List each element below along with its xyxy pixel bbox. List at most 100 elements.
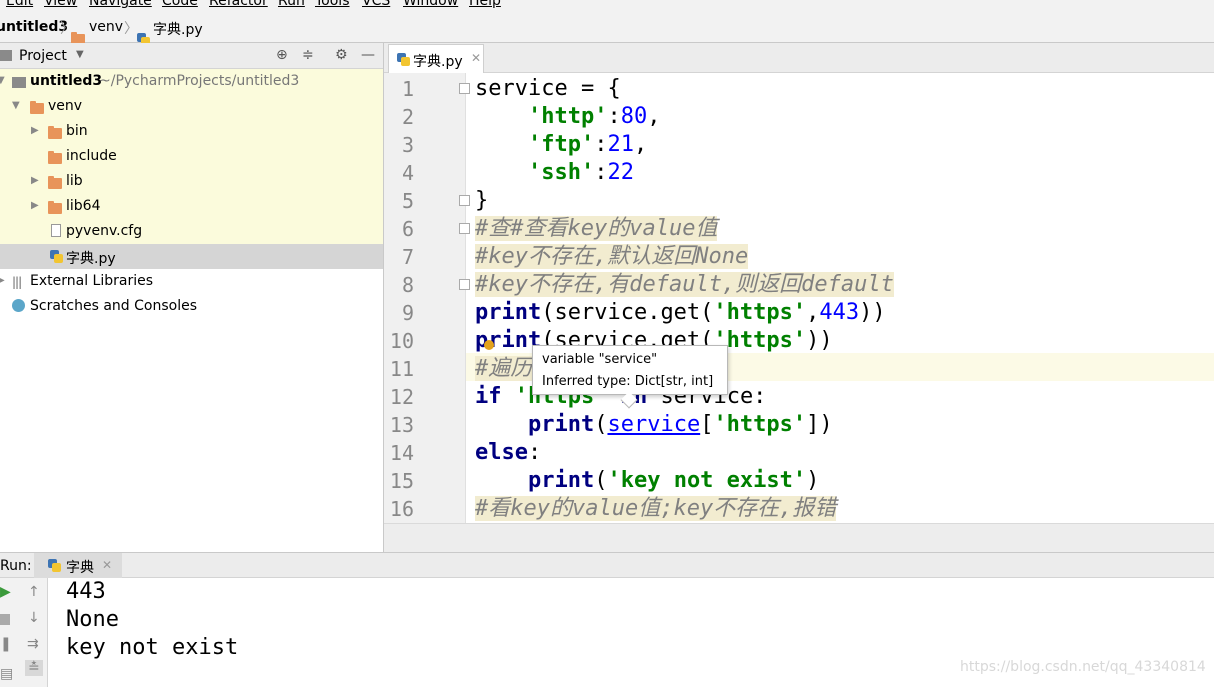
tree-item-path: ~/PycharmProjects/untitled3 [99,73,300,89]
keyword: else [475,440,528,465]
tree-item-label: venv [48,98,83,114]
line-number: 16 [389,497,414,521]
line-number: 10 [389,329,414,353]
library-icon: ||| [12,275,22,289]
code-line: print(service.get('https',443)) [475,299,886,327]
menu-tools[interactable]: Tools [315,0,350,9]
console-output-line: key not exist [66,635,239,660]
editor-tab-bar: 字典.py ✕ [384,43,1214,73]
comment: #查#查看key的value值 [475,216,718,241]
tree-item-external-libraries[interactable]: ▶ ||| External Libraries [0,269,383,294]
watermark: https://blog.csdn.net/qq_43340814 [960,659,1206,675]
scroll-to-end-icon[interactable]: ≛ [25,660,43,676]
menu-edit[interactable]: Edit [6,0,33,9]
tree-item-bin[interactable]: ▶ bin [0,119,383,144]
breadcrumb-file[interactable]: 字典.py [153,19,203,39]
run-tab[interactable]: 字典 ✕ [34,553,122,578]
arrow-down-icon[interactable]: ↓ [28,610,40,626]
pause-icon[interactable]: ❚ [0,636,12,652]
chevron-right-icon[interactable]: ▶ [31,200,39,211]
tree-item-lib[interactable]: ▶ lib [0,169,383,194]
line-number: 3 [401,133,414,157]
chevron-right-icon[interactable]: ▶ [0,275,5,286]
chevron-down-icon[interactable]: ▼ [0,75,5,86]
number-literal: 22 [607,160,634,185]
tree-item-label: untitled3 [30,73,103,89]
project-folder-icon [12,77,26,88]
string-literal: 'ftp' [527,132,595,157]
code-line: print(service['https']) [475,411,833,439]
tree-item-label: 字典.py [66,251,116,267]
code-line: 'http':80, [527,104,661,129]
chevron-right-icon[interactable]: ▶ [31,125,39,136]
fold-marker-icon[interactable] [459,223,470,234]
arrow-up-icon[interactable]: ↑ [28,584,40,600]
rerun-icon[interactable]: ▶ [0,584,11,600]
close-icon[interactable]: ✕ [471,51,481,65]
navigation-bar: untitled3 〉 venv 〉 字典.py [0,12,1214,46]
menu-code[interactable]: Code [162,0,198,9]
code-text: ) [806,468,820,493]
close-icon[interactable]: ✕ [102,558,112,572]
menu-view[interactable]: View [44,0,77,9]
number-literal: 80 [620,104,648,129]
folder-icon [48,126,62,139]
project-panel-title[interactable]: Project [19,48,67,64]
project-view-icon [0,50,12,61]
stop-icon[interactable] [0,614,10,625]
string-literal: 'https' [713,300,807,325]
locate-icon[interactable]: ⊕ [276,47,288,63]
chevron-down-icon[interactable]: ▼ [12,100,20,111]
tree-item-dict-py[interactable]: 字典.py [0,244,383,269]
tree-item-pyvenv-cfg[interactable]: pyvenv.cfg [0,219,383,244]
line-number: 4 [401,161,414,185]
tree-item-lib64[interactable]: ▶ lib64 [0,194,383,219]
line-number: 13 [389,413,414,437]
code-text: )) [806,328,833,353]
gear-icon[interactable]: ⚙ [335,47,348,63]
menu-help[interactable]: Help [469,0,501,9]
editor-tab-label: 字典.py [413,54,463,70]
code-line: #key不存在,有default,则返回default [475,271,894,299]
chevron-down-icon[interactable]: ▼ [76,49,84,60]
editor-bottom-bar [384,523,1214,552]
fold-marker-icon[interactable] [459,195,470,206]
fold-marker-icon[interactable] [459,279,470,290]
menu-run[interactable]: Run [278,0,305,9]
tree-item-project-root[interactable]: ▼ untitled3 ~/PycharmProjects/untitled3 [0,69,383,94]
menu-refactor[interactable]: Refactor [209,0,268,9]
soft-wrap-icon[interactable]: ⇉ [27,636,39,652]
code-area[interactable]: service = { 'http':80, 'ftp':21, 'ssh':2… [475,73,1214,523]
code-line: #key不存在,默认返回None [475,243,749,271]
line-number: 8 [401,273,414,297]
line-number: 11 [389,357,414,381]
text-file-icon [51,224,61,237]
folder-icon [30,101,44,114]
fold-marker-icon[interactable] [459,83,470,94]
code-line: #遍历 [475,355,533,383]
breadcrumb-project[interactable]: untitled3 [0,19,68,35]
line-number: 5 [401,189,414,213]
tree-item-include[interactable]: include [0,144,383,169]
editor-tab[interactable]: 字典.py ✕ [388,44,484,73]
tree-item-scratches[interactable]: Scratches and Consoles [0,294,383,319]
menu-navigate[interactable]: Navigate [89,0,152,9]
comment: #看key的value值;key不存在,报错 [475,496,837,521]
lightbulb-icon[interactable] [484,340,494,350]
menu-vcs[interactable]: VCS [362,0,390,9]
variable-reference[interactable]: service [607,412,700,437]
keyword: print [527,412,595,437]
code-line: #看key的value值;key不存在,报错 [475,495,837,523]
run-tab-label: 字典 [66,560,94,576]
chevron-right-icon[interactable]: ▶ [31,175,39,186]
menu-window[interactable]: Window [403,0,458,9]
collapse-all-icon[interactable]: ≑ [302,47,314,63]
hide-icon[interactable]: — [361,47,375,63]
tree-item-venv[interactable]: ▼ venv [0,94,383,119]
folder-icon [48,151,62,164]
layout-icon[interactable]: ▤ [0,666,13,682]
breadcrumb-folder[interactable]: venv [89,19,123,35]
code-line: print('key not exist') [475,467,819,495]
tree-item-label: Scratches and Consoles [30,298,197,314]
menu-bar: Edit View Navigate Code Refactor Run Too… [0,0,1214,12]
